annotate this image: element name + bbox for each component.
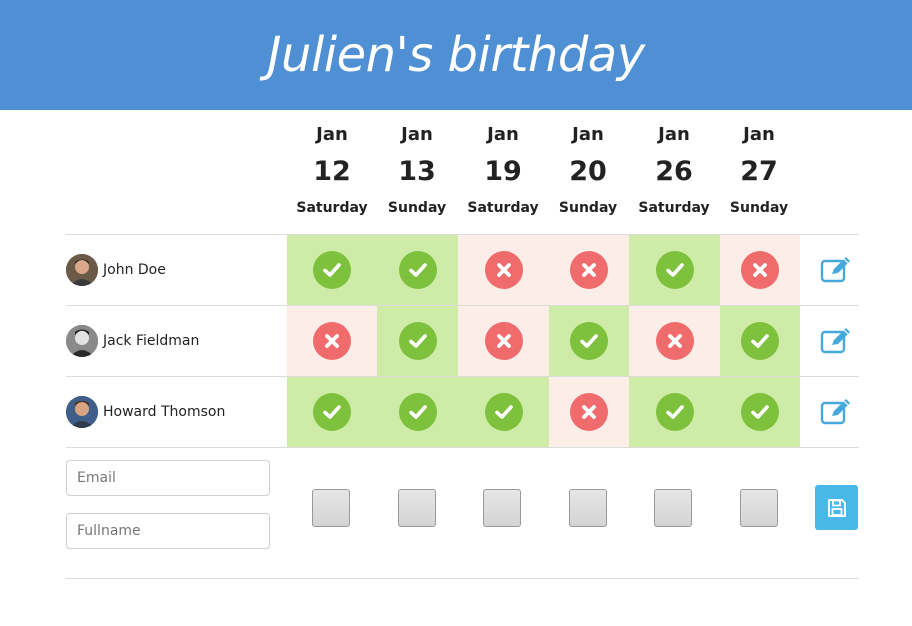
floppy-disk-icon [827, 498, 846, 517]
availability-cell [458, 235, 549, 305]
check-icon [313, 251, 351, 289]
availability-cell [458, 306, 549, 376]
date-weekday: Sunday [387, 200, 447, 216]
cross-icon [741, 251, 779, 289]
availability-cell [287, 306, 377, 376]
availability-checkbox[interactable] [483, 489, 521, 527]
check-icon [655, 251, 694, 289]
date-column: Jan 26 Saturday [631, 118, 717, 224]
availability-cell [720, 235, 800, 305]
date-weekday: Sunday [558, 200, 618, 216]
save-button[interactable] [815, 485, 858, 530]
check-icon [741, 393, 779, 431]
date-month: Jan [572, 124, 604, 145]
availability-cell [377, 377, 458, 447]
availability-checkbox[interactable] [569, 489, 607, 527]
availability-checkbox[interactable] [398, 489, 436, 527]
availability-cell [720, 306, 800, 376]
availability-cell [377, 235, 458, 305]
cross-icon [570, 251, 608, 289]
participant-name: John Doe [103, 262, 166, 278]
date-column: Jan 20 Sunday [545, 118, 631, 224]
date-weekday: Sunday [729, 200, 789, 216]
availability-checkbox[interactable] [740, 489, 778, 527]
avatar [66, 254, 98, 286]
row-divider [66, 447, 859, 448]
participant-row-header: Howard Thomson [66, 377, 286, 447]
date-day: 19 [484, 156, 522, 187]
availability-cell [549, 306, 629, 376]
pencil-edit-icon [820, 257, 850, 283]
availability-checkbox[interactable] [654, 489, 692, 527]
availability-cell [629, 377, 720, 447]
availability-cell [458, 377, 549, 447]
availability-checkbox[interactable] [312, 489, 350, 527]
edit-button[interactable] [818, 323, 854, 359]
edit-button[interactable] [818, 252, 854, 288]
participant-row-header: Jack Fieldman [66, 306, 286, 376]
date-day: 26 [655, 156, 693, 187]
check-icon [655, 393, 694, 431]
availability-cell [549, 235, 629, 305]
date-weekday: Saturday [467, 200, 539, 216]
pencil-edit-icon [820, 328, 850, 354]
check-icon [398, 251, 437, 289]
date-day: 12 [313, 156, 351, 187]
availability-cell [549, 377, 629, 447]
check-icon [741, 322, 779, 360]
edit-button[interactable] [818, 394, 854, 430]
cross-icon [655, 322, 694, 360]
date-weekday: Saturday [296, 200, 368, 216]
date-month: Jan [316, 124, 348, 145]
page-header: Julien's birthday [0, 0, 912, 110]
check-icon [313, 393, 351, 431]
fullname-field[interactable] [66, 513, 270, 549]
availability-cell [629, 235, 720, 305]
email-field[interactable] [66, 460, 270, 496]
availability-cell [287, 235, 377, 305]
check-icon [570, 322, 608, 360]
participant-name: Jack Fieldman [103, 333, 200, 349]
cross-icon [313, 322, 351, 360]
availability-cell [720, 377, 800, 447]
date-month: Jan [743, 124, 775, 145]
pencil-edit-icon [820, 399, 850, 425]
date-month: Jan [487, 124, 519, 145]
availability-cell [377, 306, 458, 376]
date-day: 27 [740, 156, 778, 187]
date-column: Jan 12 Saturday [289, 118, 375, 224]
date-month: Jan [401, 124, 433, 145]
date-column: Jan 13 Sunday [374, 118, 460, 224]
cross-icon [484, 251, 523, 289]
row-divider [66, 578, 859, 579]
check-icon [398, 393, 437, 431]
date-column: Jan 19 Saturday [460, 118, 546, 224]
cross-icon [570, 393, 608, 431]
date-day: 13 [398, 156, 436, 187]
cross-icon [484, 322, 523, 360]
date-weekday: Saturday [638, 200, 710, 216]
availability-cell [287, 377, 377, 447]
page-title: Julien's birthday [267, 27, 645, 83]
participant-name: Howard Thomson [103, 404, 226, 420]
date-column: Jan 27 Sunday [716, 118, 802, 224]
participant-row-header: John Doe [66, 235, 286, 305]
avatar [66, 325, 98, 357]
check-icon [484, 393, 523, 431]
avatar [66, 396, 98, 428]
date-month: Jan [658, 124, 690, 145]
check-icon [398, 322, 437, 360]
availability-cell [629, 306, 720, 376]
date-day: 20 [569, 156, 607, 187]
